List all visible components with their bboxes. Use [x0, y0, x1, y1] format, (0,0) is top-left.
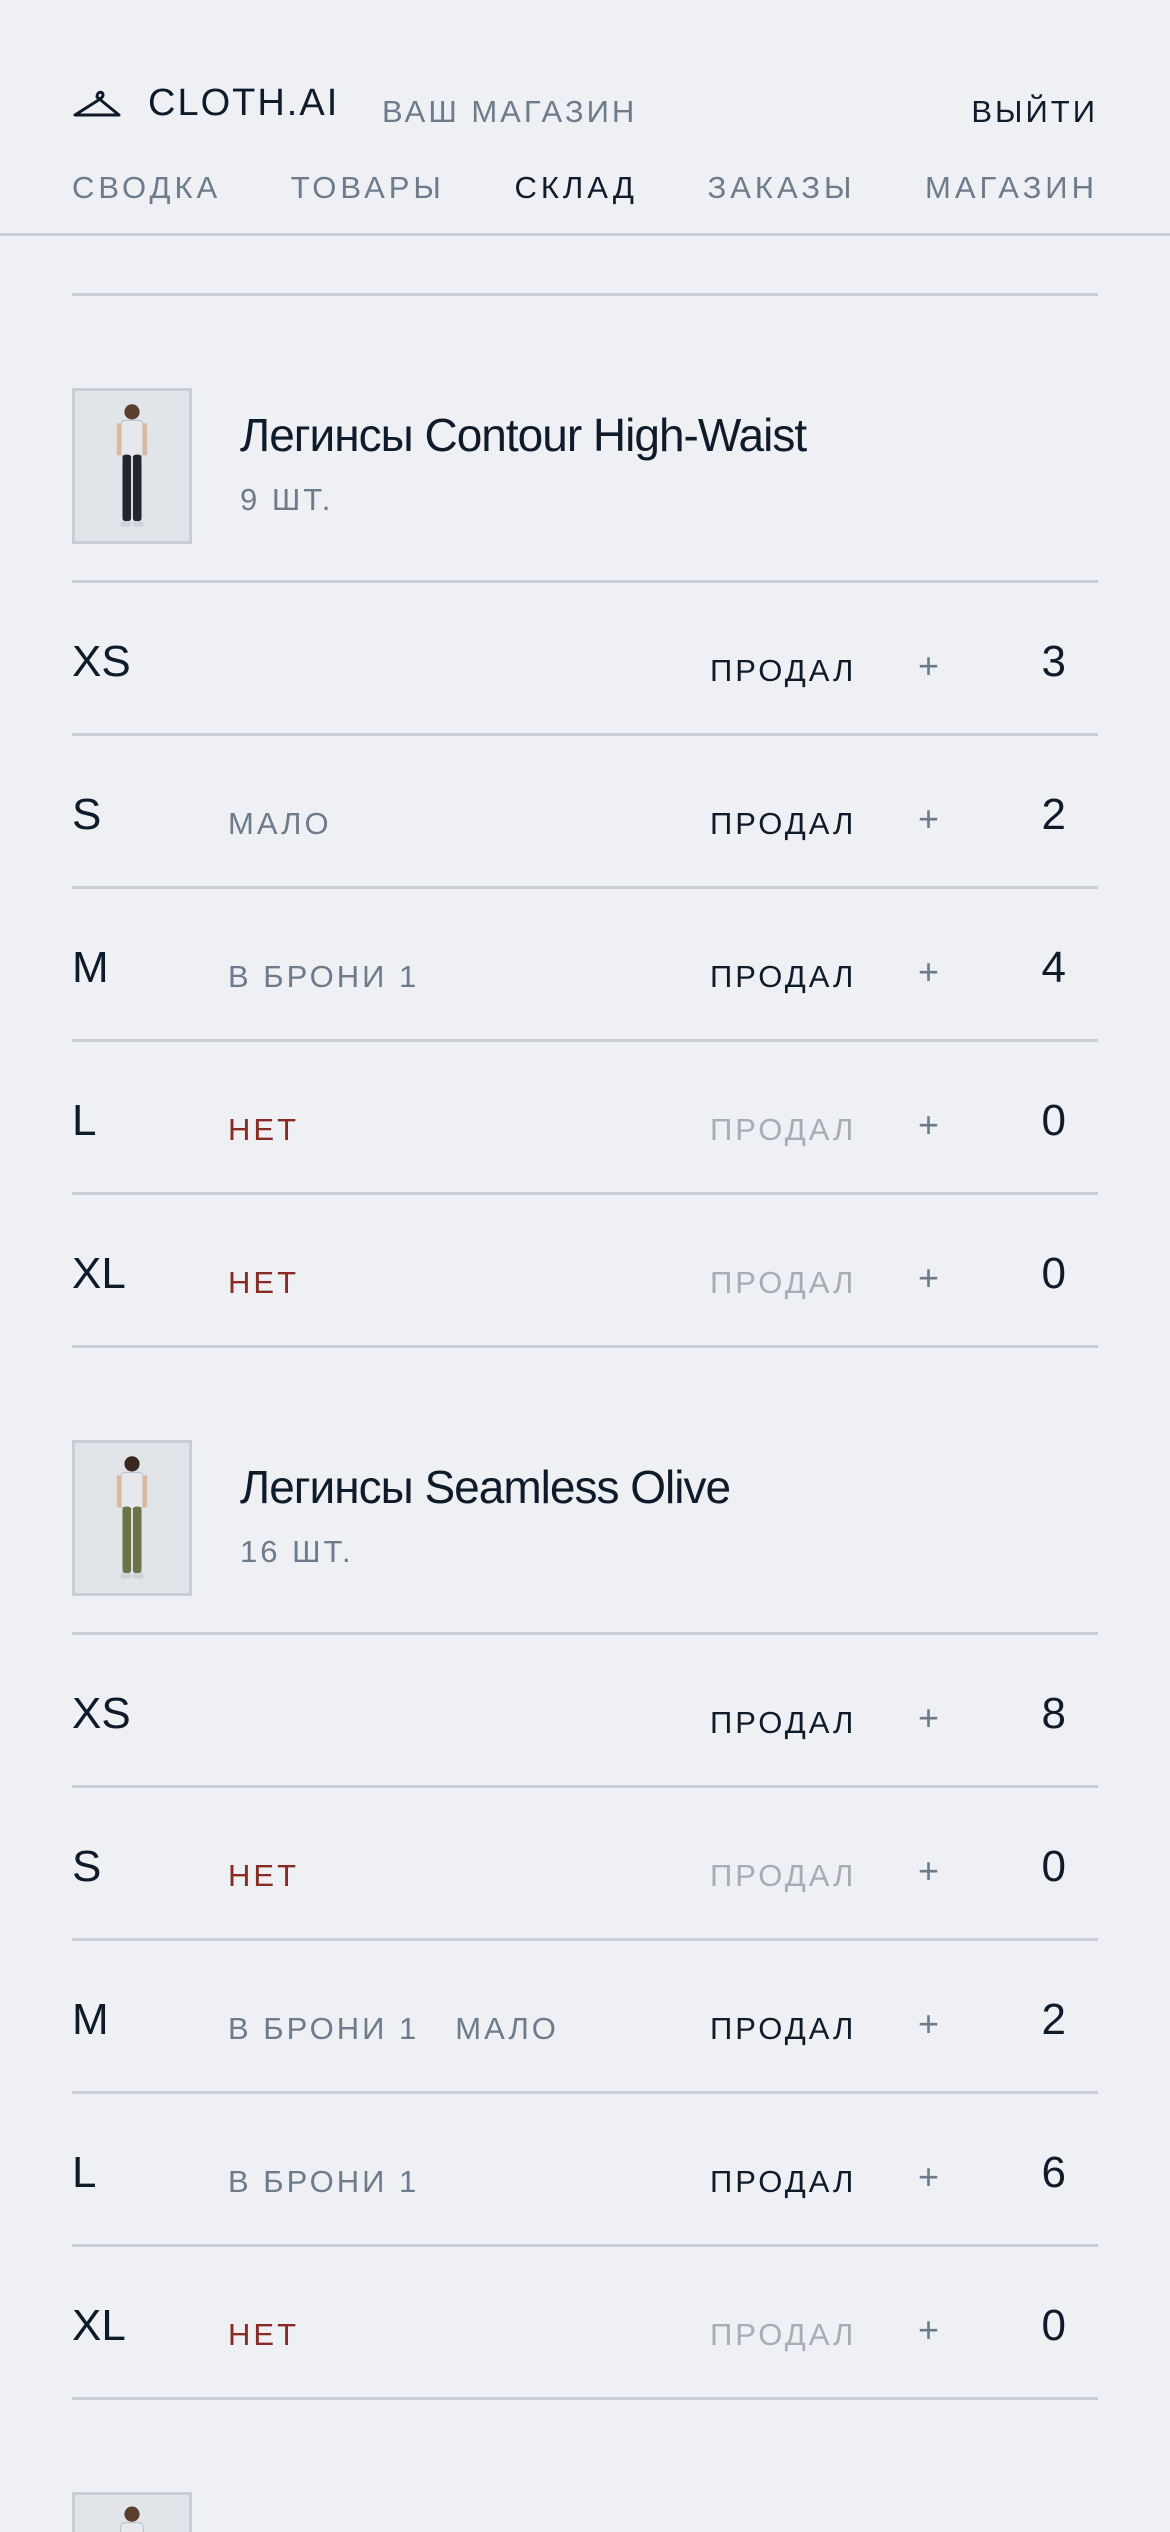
quantity-value: 3: [1041, 637, 1066, 686]
out-of-stock-badge: НЕТ: [228, 1112, 299, 1147]
sold-button[interactable]: ПРОДАЛ: [710, 2317, 856, 2353]
product-thumbnail[interactable]: [72, 2492, 192, 2532]
sold-button[interactable]: ПРОДАЛ: [710, 959, 856, 995]
reserved-badge: В БРОНИ 1: [228, 2011, 420, 2046]
product-card: Легинсы Contour High-Waist 9 ШТ. XS ПРОД…: [72, 388, 1098, 1348]
main-nav: СВОДКА ТОВАРЫ СКЛАД ЗАКАЗЫ МАГАЗИН: [72, 170, 1098, 206]
sold-button[interactable]: ПРОДАЛ: [710, 2011, 856, 2047]
product-thumbnail[interactable]: [72, 388, 192, 544]
quantity-value: 0: [1041, 2301, 1066, 2350]
quantity-value: 0: [1041, 1249, 1066, 1298]
size-row: XL НЕТ ПРОДАЛ + 0: [72, 1195, 1098, 1348]
brand-name: CLOTH.AI: [148, 82, 340, 124]
product-count: 9 ШТ.: [240, 482, 334, 517]
app-header: CLOTH.AI ВАШ МАГАЗИН ВЫЙТИ СВОДКА ТОВАРЫ…: [0, 0, 1170, 236]
quantity-value: 0: [1041, 1096, 1066, 1145]
add-stock-button[interactable]: +: [918, 2156, 939, 2198]
logout-button[interactable]: ВЫЙТИ: [971, 94, 1098, 130]
add-stock-button[interactable]: +: [918, 1257, 939, 1299]
product-header: Легинсы Contour High-Waist 9 ШТ.: [72, 388, 1098, 583]
size-label: XS: [72, 637, 131, 686]
add-stock-button[interactable]: +: [918, 951, 939, 993]
size-row: XL НЕТ ПРОДАЛ + 0: [72, 2247, 1098, 2400]
size-label: M: [72, 943, 109, 992]
size-row: XS ПРОДАЛ + 8: [72, 1635, 1098, 1788]
size-row: S НЕТ ПРОДАЛ + 0: [72, 1788, 1098, 1941]
size-label: L: [72, 1096, 97, 1145]
quantity-value: 8: [1041, 1689, 1066, 1738]
out-of-stock-badge: НЕТ: [228, 1265, 299, 1300]
sold-button[interactable]: ПРОДАЛ: [710, 1858, 856, 1894]
sold-button[interactable]: ПРОДАЛ: [710, 1705, 856, 1741]
size-label: M: [72, 1995, 109, 2044]
size-label: S: [72, 1842, 102, 1891]
sold-button[interactable]: ПРОДАЛ: [710, 806, 856, 842]
sold-button[interactable]: ПРОДАЛ: [710, 2164, 856, 2200]
size-label: XL: [72, 2301, 126, 2350]
tab-summary[interactable]: СВОДКА: [72, 170, 221, 206]
size-row: M В БРОНИ 1 МАЛО ПРОДАЛ + 2: [72, 1941, 1098, 2094]
size-row: L НЕТ ПРОДАЛ + 0: [72, 1042, 1098, 1195]
quantity-value: 4: [1041, 943, 1066, 992]
out-of-stock-badge: НЕТ: [228, 2317, 299, 2352]
product-header: Легинсы Seamless Olive 16 ШТ.: [72, 1440, 1098, 1635]
tab-orders[interactable]: ЗАКАЗЫ: [708, 170, 856, 206]
product-thumbnail[interactable]: [72, 1440, 192, 1596]
add-stock-button[interactable]: +: [918, 1850, 939, 1892]
add-stock-button[interactable]: +: [918, 798, 939, 840]
size-label: S: [72, 790, 102, 839]
size-row: XS ПРОДАЛ + 3: [72, 583, 1098, 736]
inventory-list: Легинсы Contour High-Waist 9 ШТ. XS ПРОД…: [72, 236, 1098, 2532]
product-title[interactable]: Легинсы Contour High-Waist: [240, 408, 807, 462]
inventory-page: CLOTH.AI ВАШ МАГАЗИН ВЫЙТИ СВОДКА ТОВАРЫ…: [0, 0, 1170, 2532]
low-stock-badge: МАЛО: [455, 2011, 559, 2046]
quantity-value: 0: [1041, 1842, 1066, 1891]
tab-products[interactable]: ТОВАРЫ: [291, 170, 445, 206]
sold-button[interactable]: ПРОДАЛ: [710, 653, 856, 689]
tab-store[interactable]: МАГАЗИН: [925, 170, 1098, 206]
add-stock-button[interactable]: +: [918, 1697, 939, 1739]
product-title[interactable]: Легинсы Seamless Olive: [240, 1460, 731, 1514]
add-stock-button[interactable]: +: [918, 2003, 939, 2045]
previous-product-tail: [72, 236, 1098, 296]
quantity-value: 2: [1041, 1995, 1066, 2044]
quantity-value: 2: [1041, 790, 1066, 839]
size-label: L: [72, 2148, 97, 2197]
store-name[interactable]: ВАШ МАГАЗИН: [382, 94, 637, 130]
sold-button[interactable]: ПРОДАЛ: [710, 1112, 856, 1148]
product-card: Легинсы Seamless Olive 16 ШТ. XS ПРОДАЛ …: [72, 1440, 1098, 2400]
product-count: 16 ШТ.: [240, 1534, 354, 1569]
size-row: S МАЛО ПРОДАЛ + 2: [72, 736, 1098, 889]
add-stock-button[interactable]: +: [918, 1104, 939, 1146]
reserved-badge: В БРОНИ 1: [228, 2164, 420, 2199]
quantity-value: 6: [1041, 2148, 1066, 2197]
add-stock-button[interactable]: +: [918, 2309, 939, 2351]
size-row: M В БРОНИ 1 ПРОДАЛ + 4: [72, 889, 1098, 1042]
brand[interactable]: CLOTH.AI: [72, 82, 339, 125]
size-label: XL: [72, 1249, 126, 1298]
add-stock-button[interactable]: +: [918, 645, 939, 687]
size-label: XS: [72, 1689, 131, 1738]
low-stock-badge: МАЛО: [228, 806, 332, 841]
tab-stock[interactable]: СКЛАД: [514, 170, 638, 206]
hanger-icon: [72, 87, 122, 121]
out-of-stock-badge: НЕТ: [228, 1858, 299, 1893]
reserved-badge: В БРОНИ 1: [228, 959, 420, 994]
sold-button[interactable]: ПРОДАЛ: [710, 1265, 856, 1301]
size-row: L В БРОНИ 1 ПРОДАЛ + 6: [72, 2094, 1098, 2247]
